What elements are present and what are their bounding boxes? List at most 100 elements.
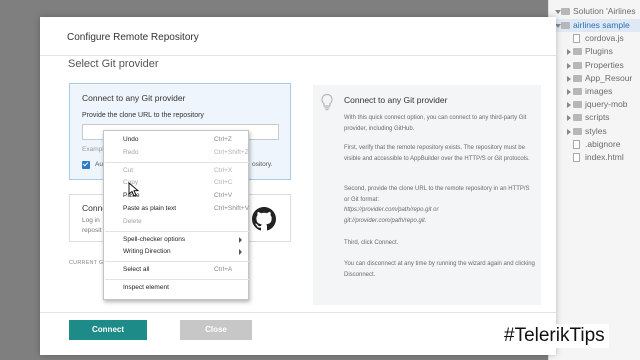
- menu-item-label: Delete: [123, 217, 142, 225]
- info-example-url: https://provider.com/path/repo.git or: [344, 207, 439, 213]
- context-menu: Undo Ctrl+Z Redo Ctrl+Shift+Z Cut Ctrl+X Copy C…: [103, 130, 249, 300]
- example-text: Exampl: [82, 146, 104, 153]
- solution-item-label: Properties: [585, 59, 624, 70]
- solution-item-images[interactable]: images: [549, 85, 640, 98]
- menu-separator: [105, 230, 249, 232]
- solution-item-label: cordova.js: [585, 33, 624, 44]
- close-button[interactable]: Close: [180, 320, 252, 340]
- solution-item-label: App_Resour: [585, 72, 633, 83]
- folder-icon: [573, 74, 582, 82]
- file-icon: [573, 34, 580, 44]
- menu-item-shortcut: Ctrl+C: [214, 179, 233, 187]
- menu-item-paste[interactable]: Paste Ctrl+V: [104, 190, 250, 202]
- folder-icon: [573, 61, 582, 69]
- chevron-right-icon[interactable]: [567, 115, 571, 122]
- solution-item-label: Plugins: [585, 46, 613, 57]
- info-paragraph: You can disconnect at any time by runnin…: [344, 261, 535, 278]
- solution-item-properties[interactable]: Properties: [549, 59, 640, 72]
- connect-button[interactable]: Connect: [69, 320, 147, 340]
- solution-item-label: .abignore: [585, 138, 621, 149]
- menu-item-shortcut: Ctrl+X: [214, 166, 233, 174]
- solution-explorer: Solution 'Airlines airlines sample cordov…: [548, 0, 640, 360]
- menu-item-shortcut: Ctrl+Shift+V: [214, 205, 250, 212]
- chevron-right-icon[interactable]: [567, 49, 571, 56]
- hashtag-overlay: #TelerikTips: [500, 324, 609, 348]
- info-paragraph: First, verify that the remote repository…: [344, 145, 530, 162]
- menu-item-spell-checker-options[interactable]: Spell-checker options: [104, 234, 250, 246]
- solution-item-label: images: [585, 86, 613, 96]
- info-panel: Connect to any Git provider With this qu…: [313, 85, 541, 305]
- solution-item-label: jquery-mob: [585, 99, 628, 110]
- menu-item-label: Paste as plain text: [123, 205, 177, 212]
- menu-item-writing-direction[interactable]: Writing Direction: [104, 246, 250, 258]
- solution-item-cordova-js[interactable]: cordova.js: [549, 32, 640, 45]
- solution-item-airlines-sample[interactable]: airlines sample: [549, 19, 640, 32]
- menu-item-label: Cut: [123, 166, 134, 174]
- menu-separator: [105, 161, 249, 163]
- project-icon: [561, 22, 570, 29]
- menu-item-shortcut: Ctrl+Z: [214, 136, 232, 143]
- chevron-right-icon[interactable]: [567, 89, 571, 95]
- menu-item-select-all[interactable]: Select all Ctrl+A: [104, 264, 250, 276]
- menu-item-label: Undo: [123, 136, 139, 143]
- solution-root-row[interactable]: Solution 'Airlines: [549, 5, 640, 18]
- menu-item-shortcut: Ctrl+V: [214, 192, 233, 200]
- menu-item-copy[interactable]: Copy Ctrl+C: [104, 177, 250, 189]
- solution-root-label: Solution 'Airlines: [573, 6, 636, 16]
- folder-icon: [573, 114, 582, 122]
- folder-icon: [573, 88, 582, 95]
- current-git-label: CURRENT GI: [69, 260, 106, 266]
- info-paragraph: Third, click Connect.: [344, 240, 399, 246]
- solution-item-plugins[interactable]: Plugins: [549, 45, 640, 58]
- info-paragraph-intro: Second, provide the clone URL to the rem…: [344, 186, 530, 203]
- menu-separator: [105, 279, 249, 280]
- checkbox-label: Au: [95, 161, 103, 168]
- menu-separator: [105, 261, 249, 263]
- file-icon: [573, 153, 580, 162]
- menu-item-label: Spell-checker options: [123, 235, 186, 243]
- solution-item-styles[interactable]: styles: [549, 125, 640, 138]
- menu-item-shortcut: Ctrl+Shift+Z: [214, 148, 249, 156]
- menu-item-label: Writing Direction: [123, 248, 171, 256]
- divider: [40, 55, 556, 56]
- menu-item-paste-as-plain-text[interactable]: Paste as plain text Ctrl+Shift+V: [104, 203, 250, 215]
- lightbulb-icon: [321, 93, 333, 111]
- chevron-right-icon[interactable]: [567, 75, 571, 82]
- solution-item-label: index.html: [585, 152, 624, 162]
- submenu-arrow-icon: [239, 249, 242, 256]
- menu-item-shortcut: Ctrl+A: [214, 266, 233, 274]
- solution-item-index-html[interactable]: index.html: [549, 151, 640, 164]
- menu-item-label: Inspect element: [123, 284, 169, 291]
- solution-item-jquery-mob[interactable]: jquery-mob: [549, 98, 640, 111]
- menu-item-delete[interactable]: Delete: [104, 216, 250, 228]
- chevron-right-icon[interactable]: [567, 128, 571, 135]
- divider: [40, 312, 556, 313]
- menu-item-inspect-element[interactable]: Inspect element: [104, 282, 250, 294]
- solution-icon: [561, 8, 570, 15]
- menu-item-label: Select all: [123, 266, 150, 274]
- solution-item-label: scripts: [585, 112, 610, 123]
- solution-item-label: styles: [585, 125, 607, 136]
- info-example-url: git://provider.com/path/repo.git.: [344, 217, 427, 224]
- solution-item-app-resour[interactable]: App_Resour: [549, 72, 640, 85]
- folder-icon: [573, 101, 582, 109]
- mouse-cursor-icon: [128, 182, 140, 197]
- info-paragraph: With this quick connect option, you can …: [344, 115, 527, 132]
- menu-item-redo[interactable]: Redo Ctrl+Shift+Z: [104, 147, 250, 159]
- menu-item-cut[interactable]: Cut Ctrl+X: [104, 165, 250, 177]
- checkbox-label-end: ository.: [252, 161, 273, 168]
- menu-item-label: Redo: [123, 148, 139, 156]
- auto-checkbox[interactable]: [82, 161, 90, 169]
- folder-icon: [573, 48, 582, 56]
- solution-item-scripts[interactable]: scripts: [549, 111, 640, 124]
- file-icon: [573, 139, 580, 149]
- chevron-right-icon[interactable]: [567, 62, 571, 69]
- chevron-right-icon[interactable]: [567, 102, 571, 109]
- submenu-arrow-icon: [239, 236, 242, 243]
- clone-url-label: Provide the clone URL to the repository: [82, 112, 204, 119]
- info-paragraph: Second, provide the clone URL to the rem…: [344, 184, 536, 226]
- solution-item--abignore[interactable]: .abignore: [549, 138, 640, 151]
- folder-icon: [573, 127, 582, 135]
- menu-item-undo[interactable]: Undo Ctrl+Z: [104, 134, 250, 146]
- dialog-title: Configure Remote Repository: [67, 32, 199, 43]
